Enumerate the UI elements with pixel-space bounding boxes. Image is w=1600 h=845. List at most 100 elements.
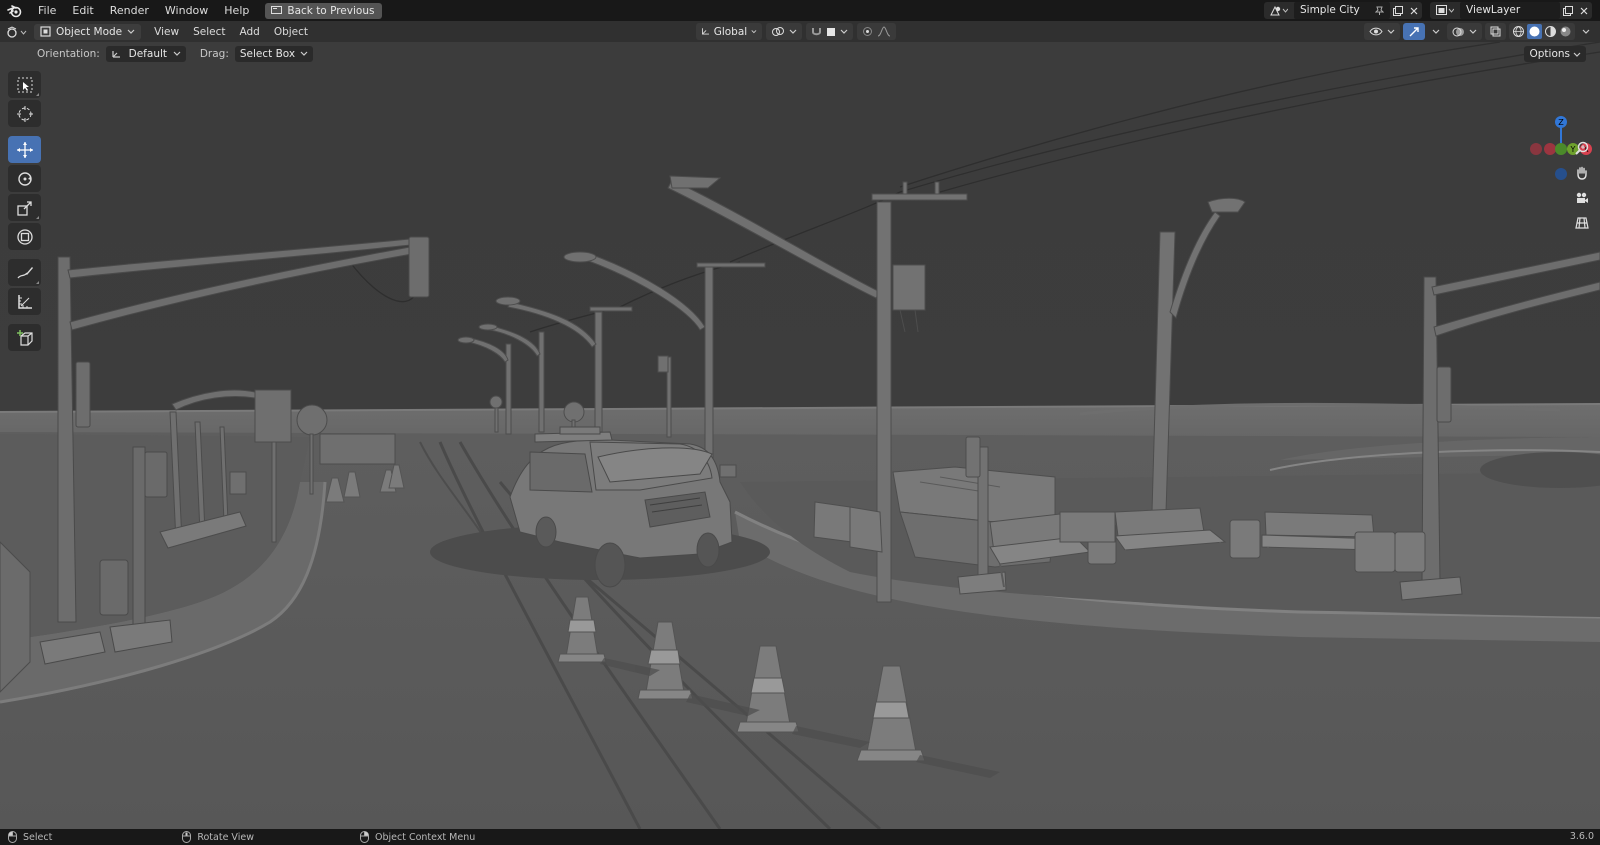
blender-logo-icon[interactable] [0,0,30,21]
drag-dropdown[interactable]: Select Box [234,45,314,62]
rotate-tool[interactable] [8,165,41,192]
move-tool[interactable] [8,136,41,163]
menu-render[interactable]: Render [102,0,157,21]
chevron-down-icon [1387,29,1395,34]
status-bar: Select Rotate View Object Context Menu 3… [0,829,1600,845]
proportional-edit-icon [863,27,872,36]
scene-name-field[interactable]: Simple City [1294,2,1390,19]
proportional-editing-dropdown[interactable] [857,23,896,40]
menu-edit[interactable]: Edit [64,0,101,21]
toolbar-separator [8,129,41,134]
cursor-tool[interactable] [8,100,41,127]
view-layer-browse-button[interactable] [1430,2,1460,19]
snap-dropdown[interactable] [806,23,853,40]
chevron-down-icon [1582,29,1590,34]
status-select-hint: Select [8,831,52,843]
mouse-right-icon [359,831,369,843]
chevron-down-icon [1432,29,1440,34]
editor-type-icon [7,25,27,38]
select-box-tool[interactable] [8,71,41,98]
view-layer-icon [1436,5,1454,15]
scene-selector: Simple City [1264,2,1422,19]
annotate-tool[interactable] [8,259,41,286]
eye-icon [1369,27,1383,36]
falloff-curve-icon [877,26,891,37]
chevron-down-icon [789,29,797,34]
orientation-value: Default [128,47,168,60]
menu-object[interactable]: Object [267,26,315,38]
gizmo-dropdown[interactable] [1428,23,1444,40]
options-dropdown[interactable]: Options [1524,46,1586,62]
transform-orientation-dropdown[interactable]: Global [696,23,762,40]
copy-icon [1393,5,1403,16]
viewport-display-tools [1364,23,1600,40]
chevron-down-icon [1573,52,1581,57]
xray-icon [1490,26,1501,37]
orientation-label: Orientation: [37,47,100,60]
annotate-pencil-icon [16,266,33,278]
menu-add[interactable]: Add [232,26,266,38]
zoom-icon [1575,141,1589,155]
mode-label: Object Mode [56,25,123,38]
add-cube-tool[interactable] [8,324,41,351]
menu-file[interactable]: File [30,0,64,21]
status-select-label: Select [23,831,53,843]
mouse-middle-icon [182,831,192,843]
status-rotate-hint: Rotate View [182,831,254,843]
delete-scene-button[interactable] [1406,2,1422,19]
gizmo-toggle-button[interactable] [1403,23,1425,40]
menu-help[interactable]: Help [216,0,257,21]
tool-variants-indicator [36,216,39,219]
camera-view-button[interactable] [1570,186,1594,210]
menu-view[interactable]: View [147,26,186,38]
select-box-icon [17,77,32,92]
snap-increment-icon [827,27,835,36]
pan-view-button[interactable] [1570,161,1594,185]
measure-tool[interactable] [8,288,41,315]
rendered-shading-icon[interactable] [1559,25,1572,38]
overlays-toggle-button[interactable] [1447,23,1482,40]
menu-window[interactable]: Window [157,0,216,21]
solid-shading-icon[interactable] [1527,24,1542,39]
tool-variants-indicator [36,93,39,96]
orientation-dropdown[interactable]: Default [105,45,186,62]
close-icon [1580,7,1588,14]
add-cube-icon [16,329,33,346]
rotate-icon [17,171,32,186]
pin-icon[interactable] [1375,6,1384,15]
gizmo-icon [1409,26,1419,36]
back-to-previous-label: Back to Previous [287,4,375,17]
scale-icon [16,200,32,216]
orientation-icon [702,28,709,35]
overlays-icon [1452,27,1464,36]
transform-icon [16,228,33,245]
scene-render[interactable] [0,42,1600,829]
scene-browse-button[interactable] [1264,2,1294,19]
scene-name: Simple City [1300,4,1360,16]
new-view-layer-button[interactable] [1560,2,1576,19]
visibility-dropdown[interactable] [1364,23,1400,40]
scale-tool[interactable] [8,194,41,221]
3d-viewport[interactable]: Z Y X [0,42,1600,829]
mode-dropdown[interactable]: Object Mode [34,23,142,40]
wireframe-shading-icon[interactable] [1512,25,1525,38]
back-to-previous-button[interactable]: Back to Previous [265,2,383,19]
transform-tool[interactable] [8,223,41,250]
drag-label: Drag: [199,47,229,60]
chevron-down-icon [1469,29,1477,34]
editor-type-button[interactable] [0,21,34,42]
new-scene-button[interactable] [1390,2,1406,19]
delete-view-layer-button[interactable] [1576,2,1592,19]
menu-select[interactable]: Select [186,26,232,38]
xray-toggle-button[interactable] [1485,23,1506,40]
shading-dropdown[interactable] [1578,23,1594,40]
material-shading-icon[interactable] [1544,25,1557,38]
left-toolbar [8,71,41,351]
view-layer-name: ViewLayer [1466,4,1521,16]
perspective-toggle-button[interactable] [1570,211,1594,235]
pivot-point-dropdown[interactable] [766,23,802,40]
screen-icon [271,6,283,14]
camera-icon [1576,192,1588,203]
zoom-view-button[interactable] [1570,136,1594,160]
view-layer-field[interactable]: ViewLayer [1460,2,1560,19]
